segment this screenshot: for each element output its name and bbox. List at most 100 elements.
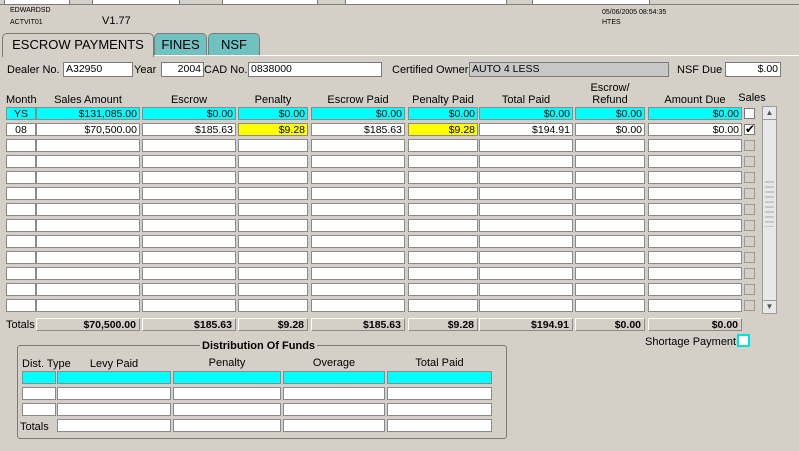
grid-cell-refund[interactable]: [575, 139, 645, 152]
grid-cell-sales[interactable]: [36, 155, 140, 168]
dist-cell-dist-type[interactable]: [22, 403, 56, 416]
owner-field[interactable]: AUTO 4 LESS: [469, 62, 669, 77]
grid-cell-refund[interactable]: [575, 171, 645, 184]
grid-cell-total-paid[interactable]: [479, 219, 573, 232]
tab-fines[interactable]: FINES: [154, 33, 207, 56]
grid-cell-sales[interactable]: [36, 251, 140, 264]
dist-cell-levy-paid[interactable]: [57, 419, 171, 432]
grid-cell-amount-due[interactable]: $0.00: [648, 107, 742, 120]
grid-cell-penalty[interactable]: [238, 267, 308, 280]
grid-cell-escrow[interactable]: [142, 235, 236, 248]
grid-cell-total-paid[interactable]: [479, 299, 573, 312]
grid-cell-amount-due[interactable]: [648, 235, 742, 248]
grid-cell-total-paid[interactable]: [479, 251, 573, 264]
grid-cell-escrow[interactable]: $185.63: [142, 123, 236, 136]
grid-cell-month[interactable]: [6, 155, 36, 168]
grid-cell-escrow-paid[interactable]: [311, 219, 405, 232]
grid-cell-refund[interactable]: [575, 155, 645, 168]
grid-cell-escrow[interactable]: [142, 187, 236, 200]
grid-cell-refund[interactable]: [575, 187, 645, 200]
grid-cell-amount-due[interactable]: [648, 139, 742, 152]
grid-cell-month[interactable]: [6, 299, 36, 312]
grid-cell-penalty[interactable]: [238, 235, 308, 248]
grid-cell-amount-due[interactable]: [648, 171, 742, 184]
grid-cell-penalty[interactable]: [238, 203, 308, 216]
grid-cell-amount-due[interactable]: [648, 155, 742, 168]
grid-cell-refund[interactable]: [575, 251, 645, 264]
grid-cell-sales[interactable]: [36, 139, 140, 152]
dist-cell-penalty[interactable]: [173, 371, 281, 384]
dist-cell-dist-type[interactable]: [22, 387, 56, 400]
grid-cell-escrow[interactable]: [142, 251, 236, 264]
sales-checkbox[interactable]: [744, 172, 755, 183]
grid-cell-month[interactable]: [6, 251, 36, 264]
dist-cell-penalty[interactable]: [173, 403, 281, 416]
grid-cell-penalty[interactable]: $9.28: [238, 123, 308, 136]
grid-cell-escrow-paid[interactable]: [311, 187, 405, 200]
grid-cell-amount-due[interactable]: [648, 203, 742, 216]
dist-cell-levy-paid[interactable]: [57, 371, 171, 384]
grid-cell-penalty-paid[interactable]: [408, 251, 478, 264]
grid-cell-month[interactable]: YS: [6, 107, 36, 120]
grid-scrollbar[interactable]: ▲ ▼: [762, 106, 777, 314]
grid-cell-escrow-paid[interactable]: $0.00: [311, 107, 405, 120]
grid-cell-refund[interactable]: $0.00: [575, 123, 645, 136]
shortage-checkbox[interactable]: [737, 334, 750, 347]
grid-cell-total-paid[interactable]: $194.91: [479, 123, 573, 136]
grid-cell-penalty[interactable]: [238, 171, 308, 184]
grid-cell-escrow-paid[interactable]: [311, 203, 405, 216]
grid-cell-escrow[interactable]: [142, 219, 236, 232]
grid-cell-escrow[interactable]: [142, 283, 236, 296]
top-field-3[interactable]: [222, 0, 318, 5]
grid-cell-escrow-paid[interactable]: $185.63: [311, 123, 405, 136]
grid-cell-escrow-paid[interactable]: [311, 171, 405, 184]
grid-cell-amount-due[interactable]: [648, 187, 742, 200]
sales-checkbox[interactable]: [744, 252, 755, 263]
grid-cell-amount-due[interactable]: [648, 299, 742, 312]
sales-checkbox[interactable]: [744, 220, 755, 231]
year-field[interactable]: 2004: [161, 62, 204, 77]
grid-cell-escrow[interactable]: [142, 267, 236, 280]
grid-cell-escrow[interactable]: [142, 155, 236, 168]
grid-cell-total-paid[interactable]: [479, 139, 573, 152]
grid-cell-escrow-paid[interactable]: [311, 139, 405, 152]
grid-cell-amount-due[interactable]: [648, 283, 742, 296]
grid-cell-refund[interactable]: [575, 283, 645, 296]
grid-cell-penalty[interactable]: [238, 219, 308, 232]
top-field-1[interactable]: [4, 0, 70, 5]
grid-cell-amount-due[interactable]: $0.00: [648, 123, 742, 136]
grid-cell-refund[interactable]: $0.00: [575, 107, 645, 120]
grid-cell-total-paid[interactable]: [479, 155, 573, 168]
dist-cell-overage[interactable]: [283, 387, 385, 400]
grid-cell-refund[interactable]: [575, 235, 645, 248]
sales-checkbox[interactable]: ✔: [744, 122, 755, 136]
grid-cell-penalty-paid[interactable]: [408, 139, 478, 152]
grid-cell-sales[interactable]: $131,085.00: [36, 107, 140, 120]
grid-cell-month[interactable]: [6, 187, 36, 200]
dist-cell-total-paid[interactable]: [387, 419, 492, 432]
sales-checkbox[interactable]: [744, 284, 755, 295]
grid-cell-penalty[interactable]: $0.00: [238, 107, 308, 120]
grid-cell-penalty-paid[interactable]: $9.28: [408, 123, 478, 136]
grid-cell-sales[interactable]: [36, 283, 140, 296]
grid-cell-sales[interactable]: [36, 203, 140, 216]
grid-cell-penalty-paid[interactable]: [408, 219, 478, 232]
grid-cell-penalty-paid[interactable]: [408, 299, 478, 312]
grid-cell-total-paid[interactable]: [479, 267, 573, 280]
grid-cell-penalty[interactable]: [238, 139, 308, 152]
grid-cell-penalty[interactable]: [238, 155, 308, 168]
grid-cell-refund[interactable]: [575, 267, 645, 280]
grid-cell-refund[interactable]: [575, 219, 645, 232]
grid-cell-escrow-paid[interactable]: [311, 267, 405, 280]
dist-cell-levy-paid[interactable]: [57, 387, 171, 400]
grid-cell-amount-due[interactable]: [648, 219, 742, 232]
grid-cell-escrow-paid[interactable]: [311, 155, 405, 168]
grid-cell-amount-due[interactable]: [648, 251, 742, 264]
grid-cell-escrow[interactable]: [142, 139, 236, 152]
grid-cell-escrow[interactable]: $0.00: [142, 107, 236, 120]
sales-checkbox[interactable]: [744, 140, 755, 151]
grid-cell-escrow-paid[interactable]: [311, 283, 405, 296]
grid-cell-penalty-paid[interactable]: [408, 171, 478, 184]
sales-checkbox[interactable]: [744, 108, 755, 119]
dist-cell-total-paid[interactable]: [387, 387, 492, 400]
